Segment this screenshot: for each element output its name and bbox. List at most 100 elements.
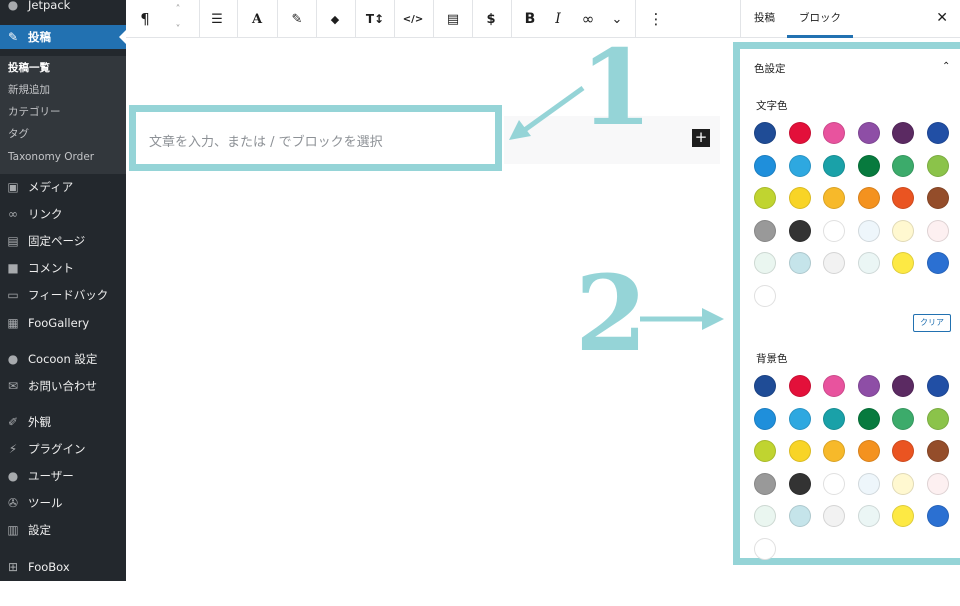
sidebar-item-contact[interactable]: ✉ お問い合わせ	[0, 374, 126, 398]
background-color-swatch[interactable]	[754, 472, 776, 495]
tag-icon[interactable]: ◆	[322, 0, 348, 38]
background-color-swatch[interactable]	[857, 472, 880, 495]
background-color-swatch[interactable]	[754, 505, 776, 527]
font-icon[interactable]: A	[244, 0, 270, 38]
text-color-swatch[interactable]	[926, 122, 949, 144]
background-color-swatch[interactable]	[926, 472, 949, 495]
submenu-item-taxonomy-order[interactable]: Taxonomy Order	[8, 148, 94, 166]
sidebar-item-feedback[interactable]: ▭ フィードバック	[0, 283, 126, 307]
align-icon[interactable]: ☰	[206, 0, 228, 38]
text-color-swatch[interactable]	[857, 122, 880, 144]
text-color-swatch[interactable]	[892, 154, 914, 177]
text-color-swatch[interactable]	[857, 187, 880, 209]
paragraph-block[interactable]: 文章を入力、または / でブロックを選択	[129, 105, 502, 171]
chevron-up-icon[interactable]: ⌃	[942, 61, 950, 72]
text-color-swatch[interactable]	[788, 122, 811, 144]
background-color-swatch[interactable]	[754, 375, 776, 397]
sidebar-item-plugins[interactable]: ⚡ プラグイン	[0, 437, 126, 461]
text-color-swatch[interactable]	[926, 252, 949, 274]
add-block-button[interactable]: +	[692, 129, 710, 147]
text-color-swatch[interactable]	[892, 219, 914, 242]
tab-block[interactable]: ブロック	[787, 0, 853, 38]
background-color-swatch[interactable]	[788, 407, 811, 430]
background-color-swatch[interactable]	[926, 407, 949, 430]
text-color-swatch[interactable]	[857, 219, 880, 242]
text-color-swatch[interactable]	[857, 154, 880, 177]
submenu-item-categories[interactable]: カテゴリー	[8, 103, 61, 121]
submenu-item-all-posts[interactable]: 投稿一覧	[8, 59, 50, 77]
background-color-swatch[interactable]	[788, 375, 811, 397]
background-color-swatch[interactable]	[926, 375, 949, 397]
background-color-swatch[interactable]	[892, 407, 914, 430]
text-color-swatch[interactable]	[754, 187, 776, 209]
background-color-swatch[interactable]	[788, 440, 811, 462]
text-color-swatch[interactable]	[788, 219, 811, 242]
text-color-swatch[interactable]	[892, 122, 914, 144]
background-color-swatch[interactable]	[857, 440, 880, 462]
background-color-swatch[interactable]	[823, 505, 845, 527]
sidebar-item-foobox[interactable]: ⊞ FooBox	[0, 555, 126, 579]
background-color-swatch[interactable]	[754, 440, 776, 462]
submenu-item-tags[interactable]: タグ	[8, 125, 29, 143]
background-color-swatch[interactable]	[823, 440, 845, 462]
text-color-swatch[interactable]	[788, 154, 811, 177]
sidebar-item-comments[interactable]: ■ コメント	[0, 256, 126, 280]
sidebar-item-users[interactable]: ● ユーザー	[0, 464, 126, 488]
background-color-swatch[interactable]	[788, 505, 811, 527]
background-color-swatch[interactable]	[823, 407, 845, 430]
text-color-swatch[interactable]	[823, 187, 845, 209]
background-color-swatch[interactable]	[823, 472, 845, 495]
background-color-swatch[interactable]	[892, 472, 914, 495]
text-color-swatch[interactable]	[857, 252, 880, 274]
tab-post[interactable]: 投稿	[754, 0, 775, 38]
text-color-swatch[interactable]	[823, 154, 845, 177]
background-color-swatch[interactable]	[926, 505, 949, 527]
code-icon[interactable]: </>	[400, 0, 426, 38]
sidebar-item-pages[interactable]: ▤ 固定ページ	[0, 229, 126, 253]
bold-icon[interactable]: B	[518, 0, 542, 38]
text-color-swatch[interactable]	[754, 219, 776, 242]
background-color-swatch[interactable]	[926, 440, 949, 462]
font-size-icon[interactable]: T↕	[362, 0, 388, 38]
text-color-swatch[interactable]	[926, 187, 949, 209]
background-color-swatch[interactable]	[892, 505, 914, 527]
text-color-swatch[interactable]	[823, 252, 845, 274]
sidebar-item-settings[interactable]: ▥ 設定	[0, 518, 126, 542]
close-icon[interactable]: ✕	[936, 10, 948, 26]
sidebar-item-posts[interactable]: ✎ 投稿	[0, 25, 126, 49]
text-color-swatch[interactable]	[823, 122, 845, 144]
text-color-swatch[interactable]	[788, 187, 811, 209]
sidebar-item-appearance[interactable]: ✐ 外観	[0, 410, 126, 434]
text-color-swatch[interactable]	[754, 284, 776, 307]
background-color-swatch[interactable]	[823, 375, 845, 397]
sidebar-item-links[interactable]: ∞ リンク	[0, 202, 126, 226]
background-color-swatch[interactable]	[754, 407, 776, 430]
background-color-swatch[interactable]	[857, 407, 880, 430]
text-color-swatch[interactable]	[823, 219, 845, 242]
background-color-swatch[interactable]	[857, 375, 880, 397]
text-color-swatch[interactable]	[926, 219, 949, 242]
submenu-item-add-new[interactable]: 新規追加	[8, 81, 50, 99]
paragraph-icon[interactable]: ¶	[134, 0, 156, 38]
background-color-swatch[interactable]	[788, 472, 811, 495]
marker-icon[interactable]: ✎	[284, 0, 310, 38]
background-color-swatch[interactable]	[892, 440, 914, 462]
sidebar-item-jetpack[interactable]: ● Jetpack	[0, 0, 126, 17]
text-color-swatch[interactable]	[754, 122, 776, 144]
text-color-swatch[interactable]	[788, 252, 811, 274]
background-color-swatch[interactable]	[892, 375, 914, 397]
sidebar-item-foogallery[interactable]: ▦ FooGallery	[0, 311, 126, 335]
document-icon[interactable]: ▤	[440, 0, 466, 38]
italic-icon[interactable]: I	[546, 0, 570, 38]
text-color-swatch[interactable]	[754, 252, 776, 274]
move-up-icon[interactable]: ˄	[170, 2, 186, 16]
text-color-swatch[interactable]	[892, 187, 914, 209]
text-color-swatch[interactable]	[754, 154, 776, 177]
background-color-swatch[interactable]	[857, 505, 880, 527]
sidebar-item-cocoon[interactable]: ● Cocoon 設定	[0, 347, 126, 371]
clear-button[interactable]: クリア	[913, 314, 951, 332]
move-down-icon[interactable]: ˅	[170, 22, 186, 36]
sidebar-item-media[interactable]: ▣ メディア	[0, 175, 126, 199]
dollar-icon[interactable]: $	[478, 0, 504, 38]
background-color-swatch[interactable]	[754, 537, 776, 560]
